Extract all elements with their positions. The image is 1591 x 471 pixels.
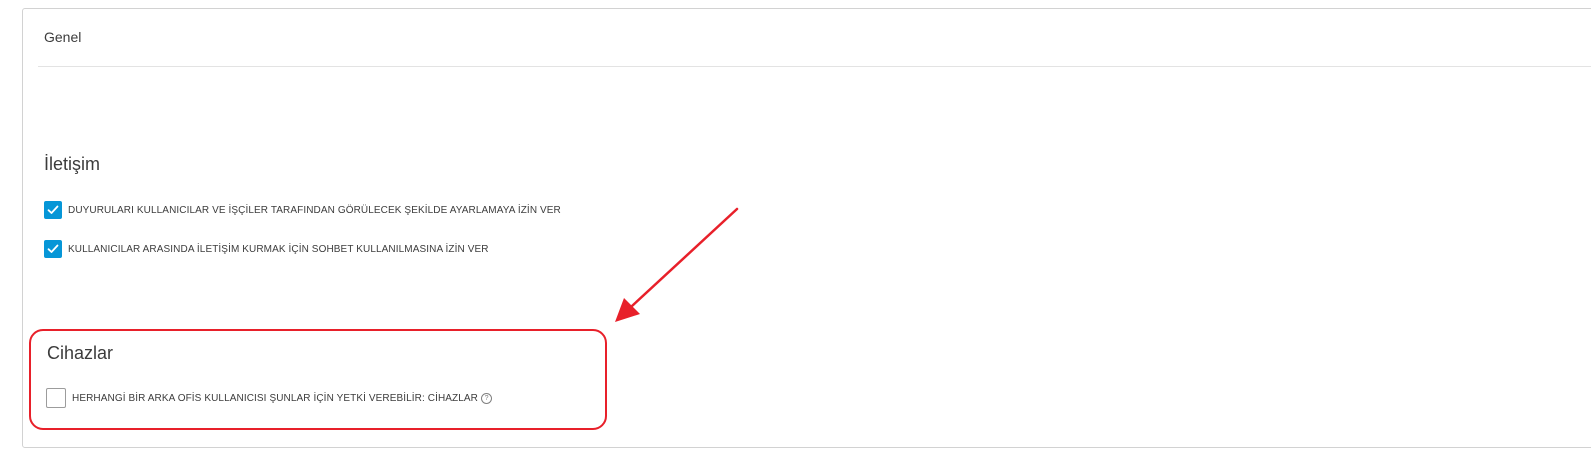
checkmark-icon — [47, 205, 59, 214]
panel-divider — [38, 66, 1591, 67]
allow-chat-checkbox[interactable] — [44, 240, 62, 258]
allow-chat-option[interactable]: KULLANICILAR ARASINDA İLETİŞİM KURMAK İÇ… — [44, 240, 489, 258]
backoffice-device-permission-option[interactable]: HERHANGİ BİR ARKA OFİS KULLANICISI ŞUNLA… — [46, 388, 493, 408]
allow-announcements-checkbox[interactable] — [44, 201, 62, 219]
devices-heading: Cihazlar — [47, 343, 114, 363]
checkmark-icon — [47, 244, 59, 253]
backoffice-device-permission-label: HERHANGİ BİR ARKA OFİS KULLANICISI ŞUNLA… — [72, 392, 479, 404]
backoffice-device-permission-checkbox[interactable] — [46, 388, 66, 408]
allow-chat-label: KULLANICILAR ARASINDA İLETİŞİM KURMAK İÇ… — [68, 243, 489, 255]
allow-announcements-label: DUYURULARI KULLANICILAR VE İŞÇİLER TARAF… — [68, 204, 561, 216]
panel-title: Genel — [44, 29, 82, 45]
communication-heading: İletişim — [44, 154, 101, 174]
allow-announcements-option[interactable]: DUYURULARI KULLANICILAR VE İŞÇİLER TARAF… — [44, 201, 561, 219]
question-circle-icon[interactable]: ? — [481, 392, 493, 404]
general-settings-panel: Genel — [22, 8, 1591, 448]
